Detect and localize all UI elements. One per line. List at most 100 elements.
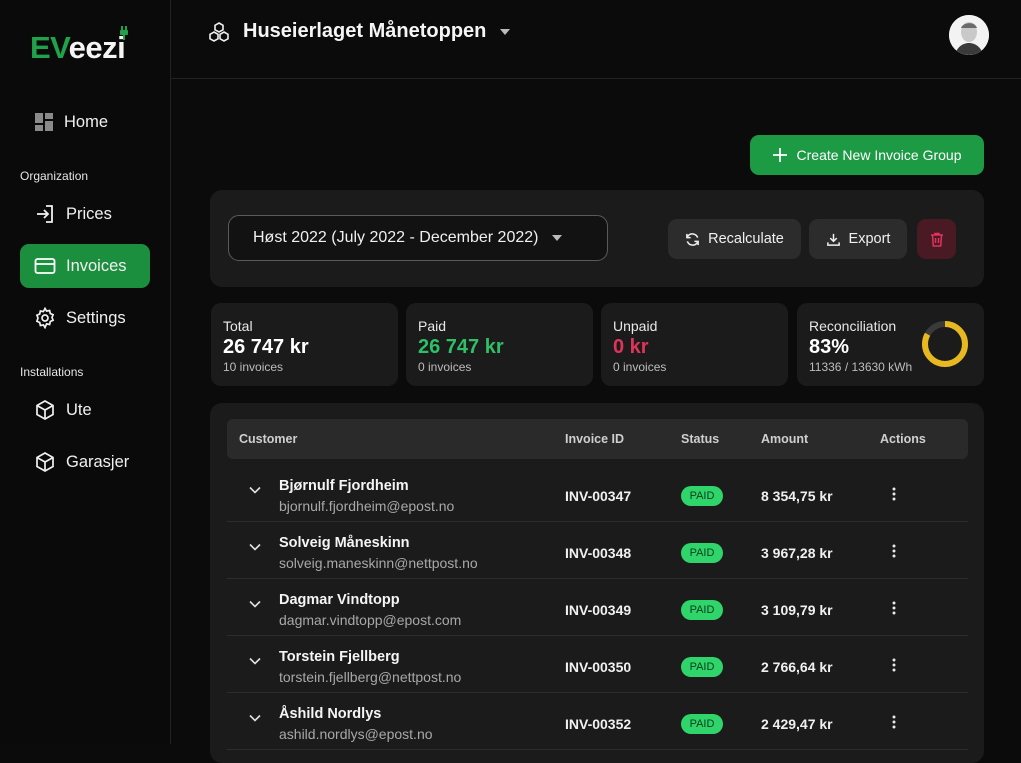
stat-card-paid: Paid 26 747 kr 0 invoices <box>406 303 593 386</box>
stat-label: Total <box>223 318 253 334</box>
customer-email: dagmar.vindtopp@epost.com <box>279 612 462 628</box>
sidebar-item-label: Settings <box>66 308 126 327</box>
stat-label: Reconciliation <box>809 318 897 334</box>
stat-card-reconciliation: Reconciliation 83% 11336 / 13630 kWh <box>797 303 984 386</box>
stat-sub: 10 invoices <box>223 360 284 374</box>
chevron-down-icon[interactable] <box>249 543 261 551</box>
refresh-icon <box>686 232 699 246</box>
logo-ev: EV <box>30 30 69 65</box>
stat-value: 83% <box>809 336 850 358</box>
organization-icon <box>209 21 229 42</box>
invoice-table: Customer Invoice ID Status Amount Action… <box>210 403 984 763</box>
status-badge: PAID <box>681 600 723 620</box>
dashboard-icon <box>35 113 53 131</box>
col-header-actions: Actions <box>880 432 926 446</box>
sidebar-item-label: Invoices <box>66 256 127 275</box>
sidebar-item-settings[interactable]: Settings <box>20 296 150 340</box>
invoice-id: INV-00348 <box>565 545 632 561</box>
status-badge: PAID <box>681 714 723 734</box>
sidebar-item-garasjer[interactable]: Garasjer <box>20 440 150 484</box>
more-vertical-icon[interactable] <box>892 658 896 672</box>
invoice-amount: 3 967,28 kr <box>761 545 833 561</box>
col-header-customer: Customer <box>239 432 298 446</box>
customer-name: Torstein Fjellberg <box>279 649 400 665</box>
sidebar-item-label: Garasjer <box>66 452 130 471</box>
section-label-installations: Installations <box>20 365 84 379</box>
stat-value: 0 kr <box>613 336 649 358</box>
create-invoice-group-button[interactable]: Create New Invoice Group <box>750 135 984 175</box>
table-header: Customer Invoice ID Status Amount Action… <box>227 419 968 459</box>
org-switcher[interactable]: Huseierlaget Månetoppen <box>207 20 511 43</box>
table-row[interactable]: Bjørnulf Fjordheim bjornulf.fjordheim@ep… <box>227 464 968 522</box>
export-button[interactable]: Export <box>809 219 907 259</box>
more-vertical-icon[interactable] <box>892 601 896 615</box>
sidebar-item-label: Home <box>64 112 109 131</box>
credit-card-icon <box>34 258 56 274</box>
status-badge: PAID <box>681 543 723 563</box>
stat-card-total: Total 26 747 kr 10 invoices <box>211 303 398 386</box>
customer-name: Åshild Nordlys <box>279 706 382 722</box>
col-header-invoice-id: Invoice ID <box>565 432 625 446</box>
period-select-value: Høst 2022 (July 2022 - December 2022) <box>253 229 539 246</box>
stat-label: Paid <box>418 318 447 334</box>
chevron-down-icon[interactable] <box>249 600 261 608</box>
customer-email: ashild.nordlys@epost.no <box>279 726 433 742</box>
invoice-id: INV-00349 <box>565 602 632 618</box>
sidebar: EVeezi Home Organization Prices Invoices… <box>0 0 171 744</box>
reconciliation-donut <box>922 321 968 367</box>
avatar[interactable] <box>949 15 989 55</box>
col-header-status: Status <box>681 432 720 446</box>
customer-email: solveig.maneskinn@nettpost.no <box>279 555 478 571</box>
stat-sub: 0 invoices <box>613 360 667 374</box>
customer-name: Solveig Måneskinn <box>279 535 410 551</box>
more-vertical-icon[interactable] <box>892 544 896 558</box>
plug-icon <box>120 26 129 40</box>
chevron-down-icon[interactable] <box>249 714 261 722</box>
invoice-group-toolbar: Høst 2022 (July 2022 - December 2022) Re… <box>210 190 984 287</box>
sidebar-item-ute[interactable]: Ute <box>20 388 150 432</box>
create-invoice-group-label: Create New Invoice Group <box>796 147 962 163</box>
stat-label: Unpaid <box>613 318 658 334</box>
more-vertical-icon[interactable] <box>892 715 896 729</box>
table-row[interactable]: Solveig Måneskinn solveig.maneskinn@nett… <box>227 521 968 579</box>
customer-name: Dagmar Vindtopp <box>279 592 400 608</box>
invoice-amount: 2 766,64 kr <box>761 659 833 675</box>
recalculate-label: Recalculate <box>708 231 784 247</box>
invoice-id: INV-00352 <box>565 716 632 732</box>
chevron-down-icon <box>500 28 511 35</box>
table-row[interactable]: Åshild Nordlys ashild.nordlys@epost.no I… <box>227 692 968 750</box>
cube-icon <box>36 400 54 420</box>
chevron-down-icon[interactable] <box>249 486 261 494</box>
customer-email: bjornulf.fjordheim@epost.no <box>279 498 455 514</box>
sidebar-item-invoices[interactable]: Invoices <box>20 244 150 288</box>
more-vertical-icon[interactable] <box>892 487 896 501</box>
chevron-down-icon[interactable] <box>249 657 261 665</box>
logo-rest: eezi <box>68 30 126 65</box>
sidebar-item-label: Ute <box>66 400 92 419</box>
customer-email: torstein.fjellberg@nettpost.no <box>279 669 462 685</box>
table-row[interactable]: Torstein Fjellberg torstein.fjellberg@ne… <box>227 635 968 693</box>
export-label: Export <box>848 231 891 247</box>
invoice-id: INV-00347 <box>565 488 632 504</box>
plus-icon <box>772 148 787 162</box>
sidebar-item-label: Prices <box>66 204 112 223</box>
download-icon <box>826 233 840 246</box>
app-logo[interactable]: EVeezi <box>30 26 129 68</box>
cube-icon <box>36 452 54 472</box>
delete-button[interactable] <box>917 219 956 259</box>
stat-sub: 11336 / 13630 kWh <box>809 360 913 374</box>
col-header-amount: Amount <box>761 432 809 446</box>
status-badge: PAID <box>681 657 723 677</box>
invoice-amount: 3 109,79 kr <box>761 602 833 618</box>
gear-icon <box>35 307 55 329</box>
period-select[interactable]: Høst 2022 (July 2022 - December 2022) <box>228 215 608 261</box>
table-row[interactable]: Dagmar Vindtopp dagmar.vindtopp@epost.co… <box>227 578 968 636</box>
user-photo-icon <box>949 15 989 55</box>
org-name: Huseierlaget Månetoppen <box>243 20 487 42</box>
trash-icon <box>930 232 943 247</box>
customer-name: Bjørnulf Fjordheim <box>279 478 409 494</box>
sidebar-item-home[interactable]: Home <box>20 100 150 144</box>
recalculate-button[interactable]: Recalculate <box>668 219 801 259</box>
sidebar-item-prices[interactable]: Prices <box>20 192 150 236</box>
chevron-down-icon <box>552 235 563 241</box>
